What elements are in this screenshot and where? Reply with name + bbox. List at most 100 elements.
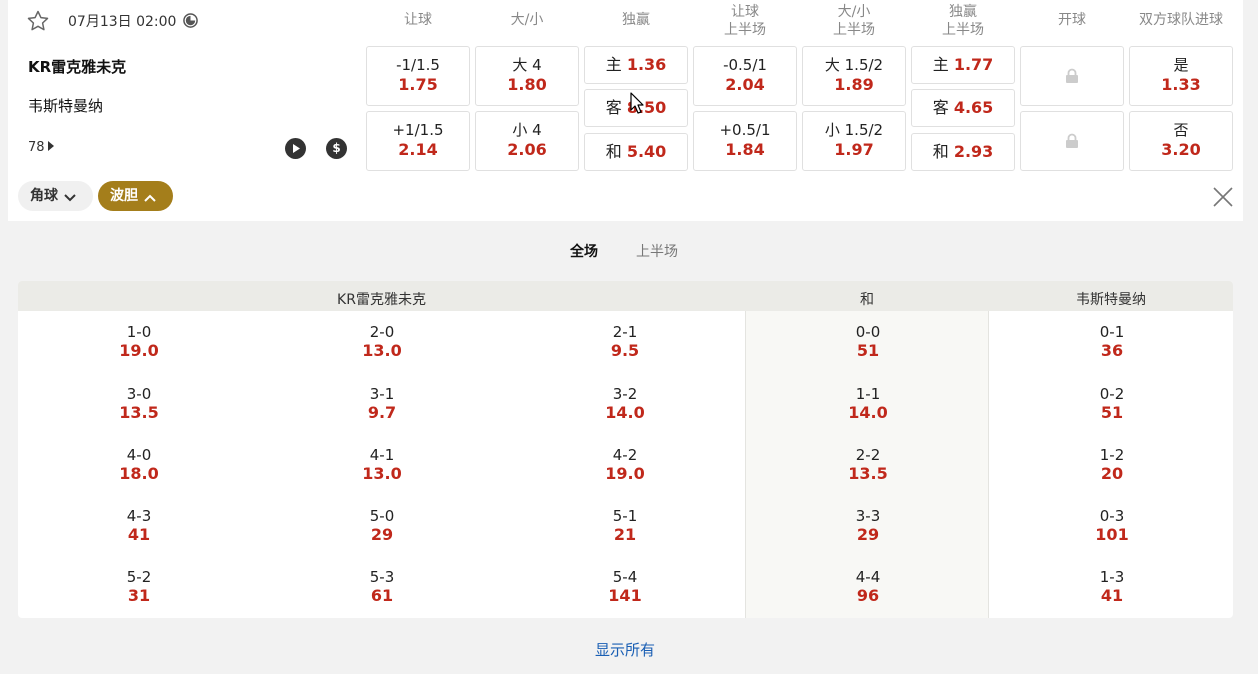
score-odds: 21 — [613, 525, 637, 544]
score-cell[interactable]: 3-0 13.5 — [59, 385, 219, 423]
odds-winner-home[interactable]: 主 1.36 — [584, 46, 688, 84]
score-label: 0-1 — [1099, 323, 1125, 341]
score-cell[interactable]: 3-2 14.0 — [545, 385, 705, 423]
score-cell[interactable]: 0-3 101 — [1032, 507, 1192, 545]
odds-winner-1h-away[interactable]: 客 4.65 — [911, 89, 1015, 127]
odds-prefix: 客 — [932, 98, 949, 117]
grid-header-draw: 和 — [860, 292, 874, 308]
score-odds: 13.5 — [848, 464, 888, 483]
tab-full-time[interactable]: 全场 — [570, 241, 598, 261]
odds-line: 大 1.5/2 — [824, 56, 884, 74]
score-cell[interactable]: 5-2 31 — [59, 568, 219, 606]
header-total-label: 大/小 — [510, 12, 544, 28]
odds-line: 是 — [1173, 56, 1189, 74]
score-odds: 101 — [1095, 525, 1129, 544]
odds-handicap-home[interactable]: -1/1.5 1.75 — [366, 46, 470, 106]
score-odds: 9.7 — [367, 403, 397, 422]
odds-line: -0.5/1 — [723, 56, 767, 74]
odds-prefix: 和 — [932, 142, 949, 161]
score-odds: 9.5 — [610, 341, 640, 360]
home-team-name: KR雷克雅未克 — [28, 58, 127, 76]
score-label: 3-0 — [126, 385, 152, 403]
play-video-icon[interactable] — [285, 138, 306, 159]
show-all-link[interactable]: 显示所有 — [0, 639, 1250, 660]
score-label: 5-1 — [612, 507, 638, 525]
score-odds: 41 — [1100, 586, 1124, 605]
odds-total-1h-over[interactable]: 大 1.5/2 1.89 — [802, 46, 906, 106]
score-cell[interactable]: 0-0 51 — [788, 323, 948, 361]
away-team-name: 韦斯特曼纳 — [28, 97, 104, 115]
score-cell[interactable]: 4-4 96 — [788, 568, 948, 606]
odds-value: 1.89 — [834, 75, 874, 94]
score-cell[interactable]: 0-1 36 — [1032, 323, 1192, 361]
score-cell[interactable]: 5-1 21 — [545, 507, 705, 545]
odds-value: 1.77 — [953, 55, 994, 74]
score-cell[interactable]: 2-0 13.0 — [302, 323, 462, 361]
score-cell[interactable]: 1-0 19.0 — [59, 323, 219, 361]
star-icon[interactable] — [26, 9, 50, 33]
match-datetime: 07月13日 02:00 — [68, 14, 177, 30]
score-cell[interactable]: 5-4 141 — [545, 568, 705, 606]
score-label: 3-1 — [369, 385, 395, 403]
header-handicap: 让球 — [366, 11, 470, 29]
odds-prefix: 和 — [605, 142, 622, 161]
score-cell[interactable]: 3-1 9.7 — [302, 385, 462, 423]
score-cell[interactable]: 2-2 13.5 — [788, 446, 948, 484]
score-odds: 19.0 — [605, 464, 645, 483]
score-odds: 61 — [370, 586, 394, 605]
score-cell[interactable]: 0-2 51 — [1032, 385, 1192, 423]
odds-line: 否 — [1173, 121, 1189, 139]
odds-value: 2.04 — [725, 75, 765, 94]
score-cell[interactable]: 4-3 41 — [59, 507, 219, 545]
score-cell[interactable]: 4-2 19.0 — [545, 446, 705, 484]
odds-winner-1h-draw[interactable]: 和 2.93 — [911, 133, 1015, 171]
score-cell[interactable]: 1-2 20 — [1032, 446, 1192, 484]
chevron-up-icon — [144, 194, 156, 202]
score-cell[interactable]: 5-0 29 — [302, 507, 462, 545]
odds-btts-no[interactable]: 否 3.20 — [1129, 111, 1233, 171]
odds-handicap-1h-away[interactable]: +0.5/1 1.84 — [693, 111, 797, 171]
cash-out-icon[interactable]: $ — [326, 138, 347, 159]
score-odds: 51 — [1100, 403, 1124, 422]
score-cell[interactable]: 1-1 14.0 — [788, 385, 948, 423]
more-markets-link[interactable]: 78 — [28, 140, 54, 155]
header-handicap-1h: 让球 上半场 — [693, 3, 797, 39]
score-label: 1-0 — [126, 323, 152, 341]
header-winner-1h-l1: 独赢 — [949, 4, 977, 20]
score-odds: 18.0 — [119, 464, 159, 483]
score-label: 1-3 — [1099, 568, 1125, 586]
header-handicap-1h-l2: 上半场 — [724, 22, 766, 38]
odds-total-under[interactable]: 小 4 2.06 — [475, 111, 579, 171]
header-winner-label: 独赢 — [622, 12, 650, 28]
score-label: 0-3 — [1099, 507, 1125, 525]
odds-winner-draw[interactable]: 和 5.40 — [584, 133, 688, 171]
score-cell[interactable]: 4-0 18.0 — [59, 446, 219, 484]
score-cell[interactable]: 5-3 61 — [302, 568, 462, 606]
caret-right-icon — [47, 141, 54, 151]
correct-score-chip[interactable]: 波胆 — [98, 181, 173, 211]
odds-value: 1.36 — [626, 55, 667, 74]
odds-value: 2.06 — [507, 140, 547, 159]
corner-chip[interactable]: 角球 — [18, 181, 93, 211]
score-cell[interactable]: 1-3 41 — [1032, 568, 1192, 606]
score-cell[interactable]: 4-1 13.0 — [302, 446, 462, 484]
score-cell[interactable]: 2-1 9.5 — [545, 323, 705, 361]
odds-value: 5.40 — [626, 142, 667, 161]
grid-header-away: 韦斯特曼纳 — [1076, 292, 1146, 308]
odds-value: 2.14 — [398, 140, 438, 159]
odds-prefix: 主 — [605, 55, 622, 74]
tab-first-half[interactable]: 上半场 — [636, 241, 678, 261]
odds-line: 小 1.5/2 — [824, 121, 884, 139]
odds-value: 1.33 — [1161, 75, 1201, 94]
odds-total-over[interactable]: 大 4 1.80 — [475, 46, 579, 106]
score-label: 0-0 — [855, 323, 881, 341]
odds-winner-1h-home[interactable]: 主 1.77 — [911, 46, 1015, 84]
odds-btts-yes[interactable]: 是 1.33 — [1129, 46, 1233, 106]
score-cell[interactable]: 3-3 29 — [788, 507, 948, 545]
odds-handicap-1h-home[interactable]: -0.5/1 2.04 — [693, 46, 797, 106]
odds-handicap-away[interactable]: +1/1.5 2.14 — [366, 111, 470, 171]
close-icon[interactable] — [1211, 185, 1235, 209]
score-label: 4-3 — [126, 507, 152, 525]
odds-total-1h-under[interactable]: 小 1.5/2 1.97 — [802, 111, 906, 171]
score-label: 2-2 — [855, 446, 881, 464]
